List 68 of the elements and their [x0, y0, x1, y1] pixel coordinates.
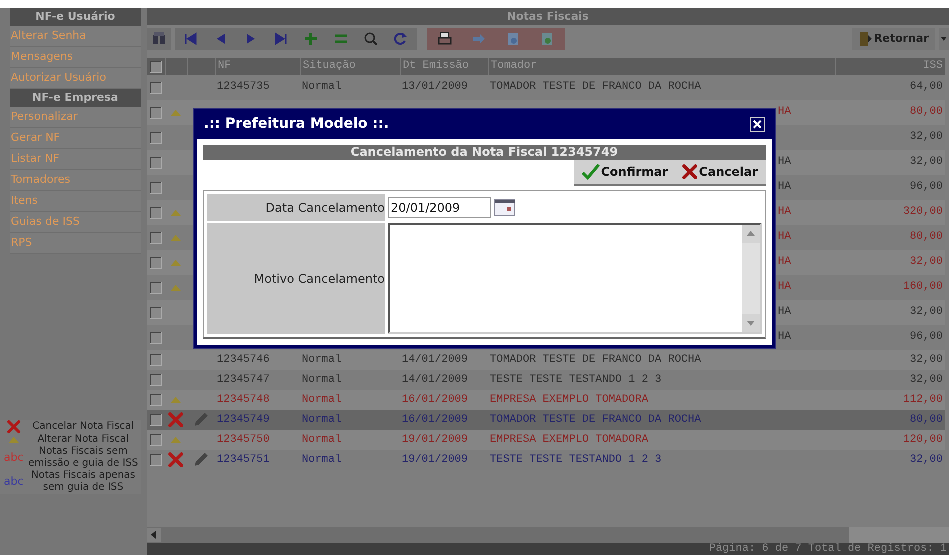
table-cell: HA [778, 181, 792, 194]
table-cell: 14/01/2009 [402, 374, 468, 386]
table-cell: TESTE TESTE TESTANDO 1 2 3 [490, 374, 662, 386]
table-cell: 32,00 [910, 131, 943, 144]
table-cell: 12345746 [217, 354, 270, 366]
table-cell: Normal [302, 454, 342, 466]
table-cell: 19/01/2009 [402, 434, 468, 446]
table-cell: 112,00 [903, 394, 943, 406]
sidebar-section-title: NF-e Empresa [10, 89, 141, 107]
table-cell: 32,00 [910, 354, 943, 366]
table-cell: HA [778, 281, 792, 294]
table-cell: HA [778, 206, 792, 218]
table-cell: 32,00 [910, 454, 943, 466]
table-cell: Normal [302, 394, 342, 406]
table-cell: HA [778, 256, 792, 268]
table-cell: Normal [302, 81, 342, 94]
table-cell: 96,00 [910, 331, 943, 344]
color-sample: abc [4, 452, 24, 464]
legend-label: Alterar Nota Fiscal [36, 434, 130, 446]
dialog-title: .:: Prefeitura Modelo ::. [204, 114, 390, 134]
table-cell: 12345748 [217, 394, 270, 406]
table-cell: EMPRESA EXEMPLO TOMADORA [490, 434, 648, 446]
table-cell: 12345749 [217, 414, 270, 426]
field-label: Motivo Cancelamento [254, 270, 385, 288]
table-cell: 14/01/2009 [402, 354, 468, 366]
table-cell: Normal [302, 434, 342, 446]
legend-label: Notas Fiscais apenas sem guia de ISS [30, 470, 136, 494]
table-cell: HA [778, 231, 792, 244]
table-cell: Normal [302, 414, 342, 426]
field-label: Data Cancelamento [266, 200, 385, 216]
color-sample: abc [4, 476, 24, 488]
table-cell: TOMADOR TESTE DE FRANCO DA ROCHA [490, 414, 702, 426]
table-cell: HA [778, 306, 792, 318]
table-cell: 13/01/2009 [402, 81, 468, 94]
table-cell: 19/01/2009 [402, 454, 468, 466]
table-cell: TESTE TESTE TESTANDO 1 2 3 [490, 454, 662, 466]
legend-label: Notas Fiscais sem emissão e guia de ISS [27, 446, 140, 470]
legend-label: Cancelar Nota Fiscal [32, 421, 136, 433]
table-cell: HA [778, 156, 792, 168]
table-cell: TOMADOR TESTE DE FRANCO DA ROCHA [490, 81, 702, 94]
table-cell: 12345735 [217, 81, 270, 94]
table-cell: Normal [302, 354, 342, 366]
table-cell: 12345750 [217, 434, 270, 446]
pagination-text: Página: 6 de 7 Total de Registros: 1 [709, 543, 948, 555]
table-cell: 320,00 [903, 206, 943, 218]
table-cell: 160,00 [903, 281, 943, 294]
table-cell: 80,00 [910, 231, 943, 244]
table-cell: 32,00 [910, 306, 943, 318]
table-cell: 80,00 [910, 106, 943, 118]
table-cell: 16/01/2009 [402, 394, 468, 406]
table-cell: TOMADOR TESTE DE FRANCO DA ROCHA [490, 354, 702, 366]
table-cell: HA [778, 106, 792, 118]
table-cell: EMPRESA EXEMPLO TOMADORA [490, 394, 648, 406]
table-cell: 80,00 [910, 414, 943, 426]
table-cell: Normal [302, 374, 342, 386]
table-cell: 16/01/2009 [402, 414, 468, 426]
table-cell: 32,00 [910, 156, 943, 168]
table-cell: 12345747 [217, 374, 270, 386]
table-cell: 32,00 [910, 256, 943, 268]
panel-title: Notas Fiscais [147, 8, 949, 25]
table-cell: HA [778, 331, 792, 344]
table-cell: 96,00 [910, 181, 943, 194]
table-cell: 120,00 [903, 434, 943, 446]
dialog-heading: Cancelamento da Nota Fiscal 12345749 [203, 145, 766, 160]
table-cell: 32,00 [910, 374, 943, 386]
sidebar-section-title: NF-e Usuário [10, 8, 141, 26]
table-cell: 64,00 [910, 81, 943, 94]
table-cell: 12345751 [217, 454, 270, 466]
